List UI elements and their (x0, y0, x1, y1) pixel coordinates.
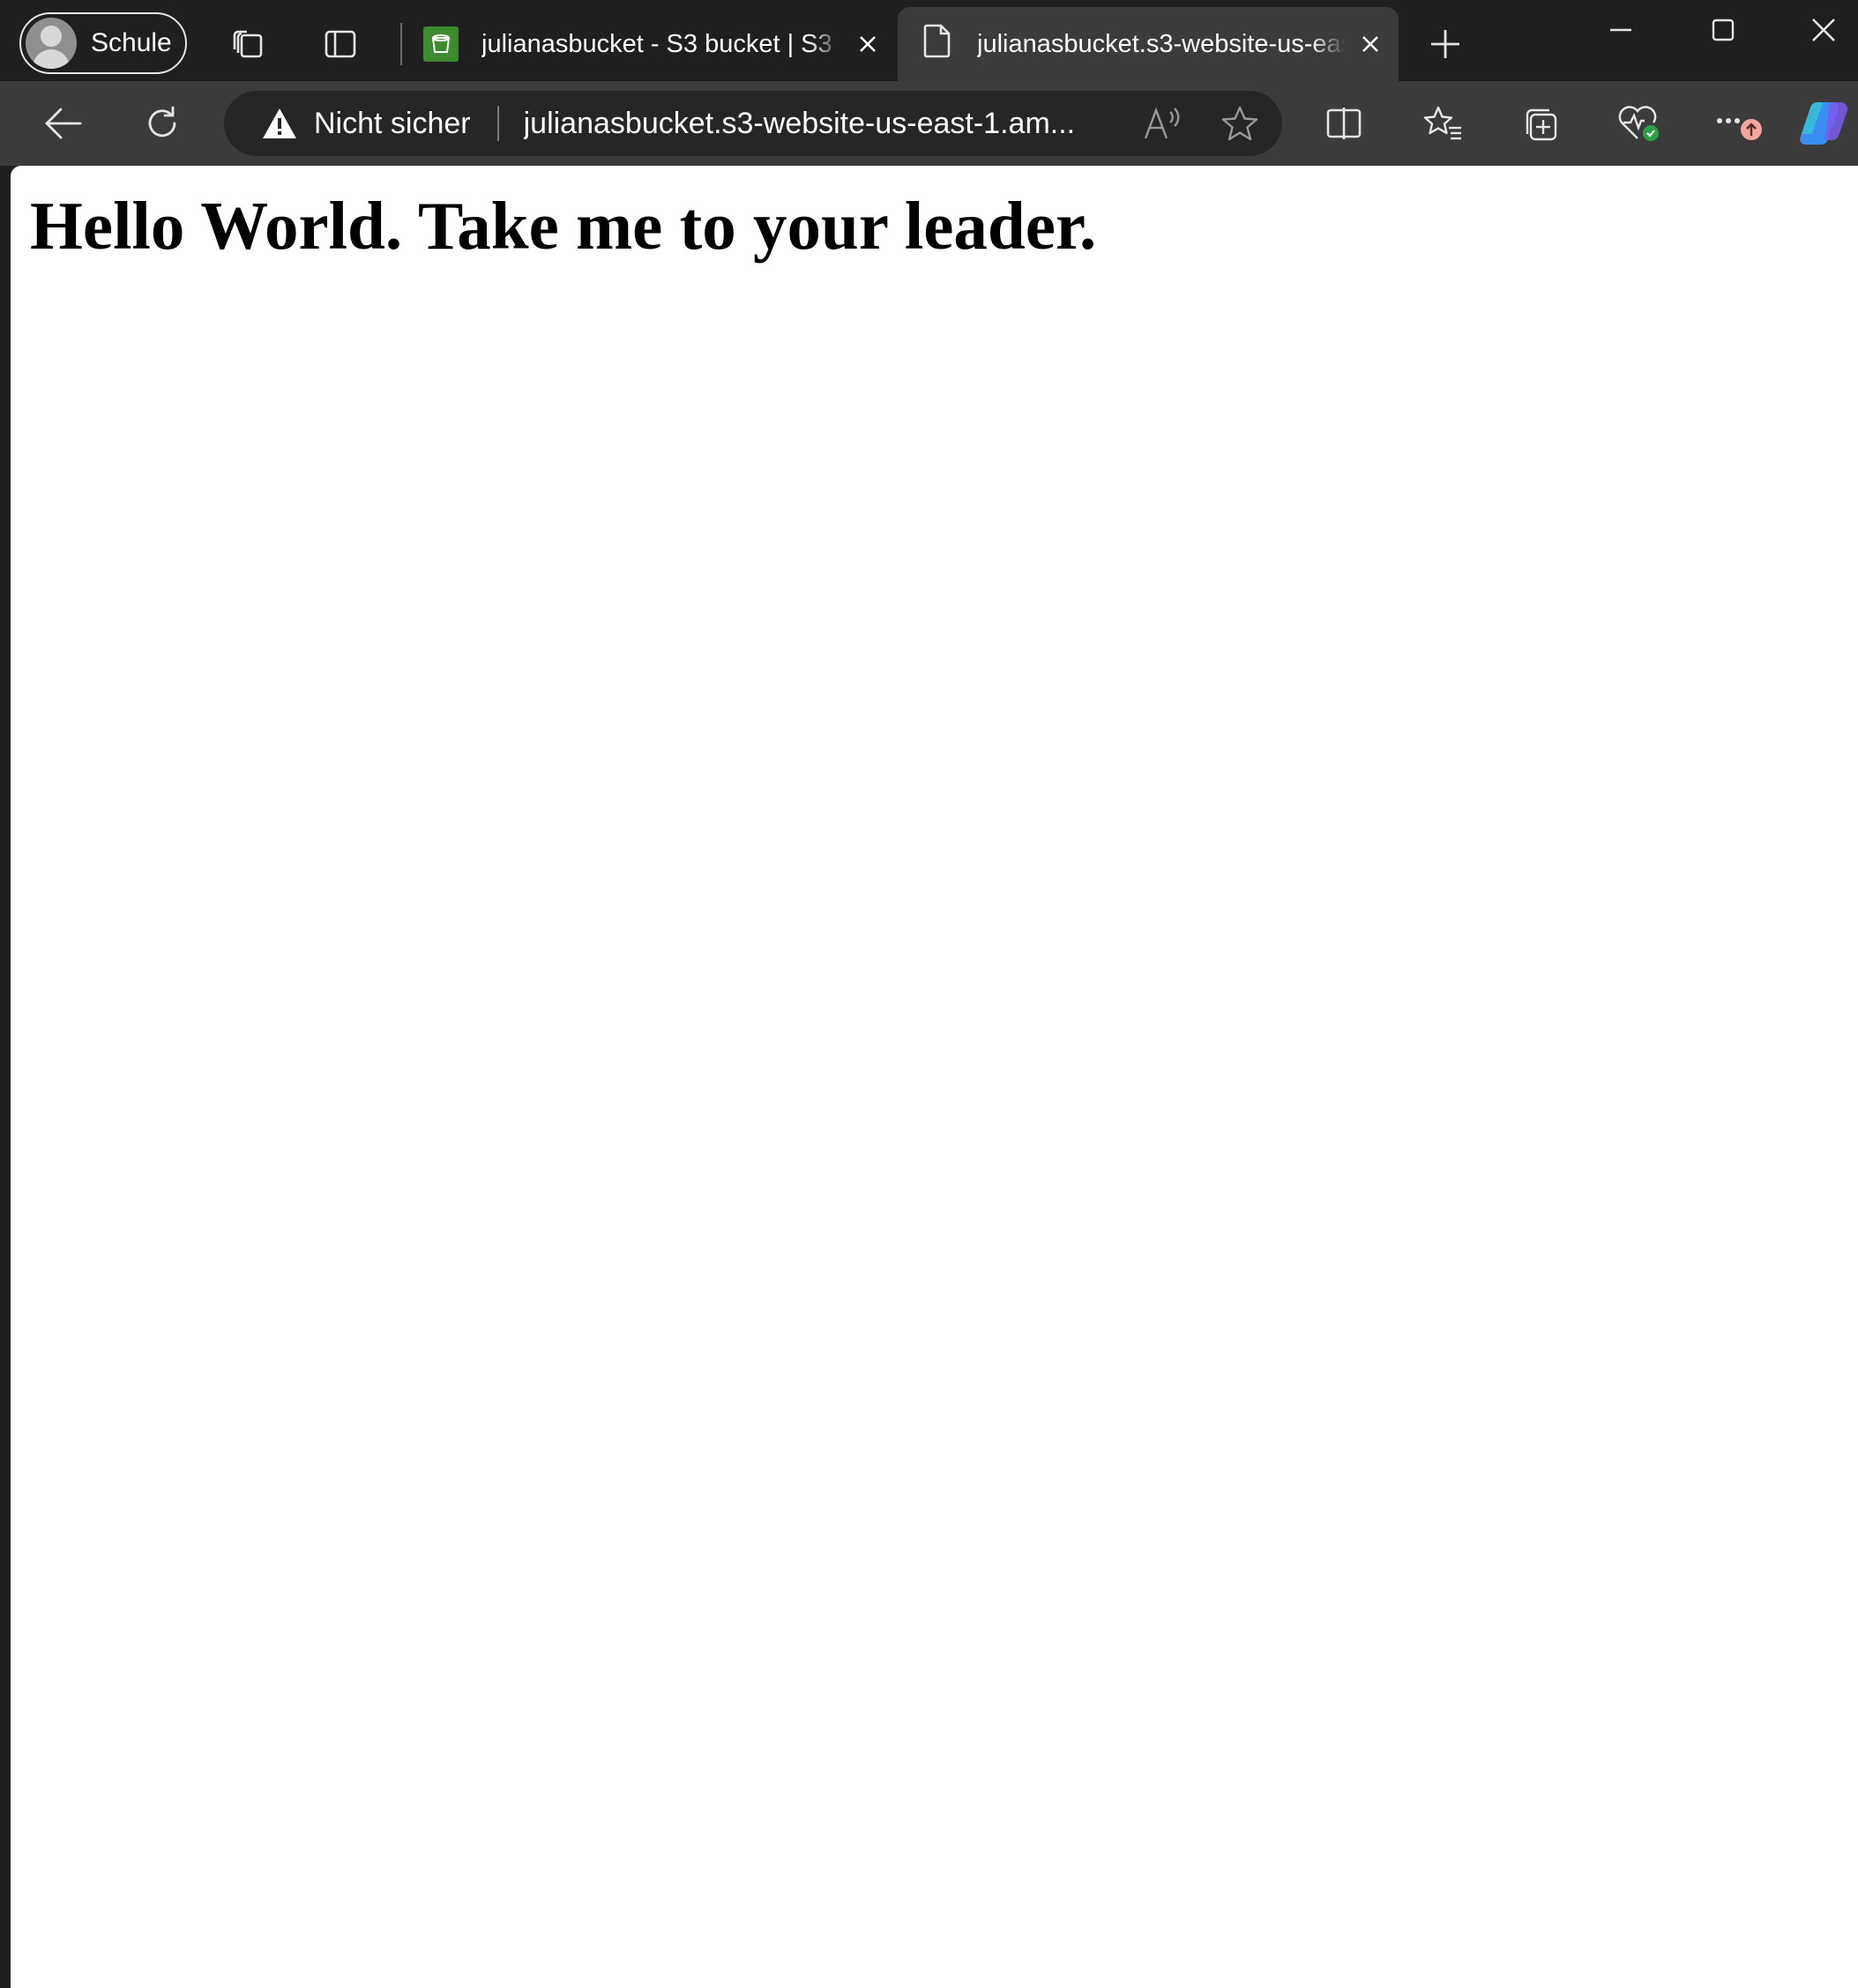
address-bar[interactable]: Nicht sicher julianasbucket.s3-website-u… (224, 91, 1282, 156)
read-aloud-icon[interactable] (1138, 101, 1187, 146)
new-tab-icon[interactable] (1421, 23, 1469, 65)
favorites-icon[interactable] (1418, 101, 1467, 146)
split-screen-icon[interactable] (1319, 101, 1369, 146)
browser-toolbar: Nicht sicher julianasbucket.s3-website-u… (0, 81, 1858, 166)
warning-icon[interactable] (261, 107, 298, 140)
s3-bucket-icon (423, 26, 459, 62)
tab-title: julianasbucket - S3 bucket | S3 (481, 29, 843, 59)
tab-title: julianasbucket.s3-website-us-east-1.amaz… (977, 29, 1346, 59)
url-text[interactable]: julianasbucket.s3-website-us-east-1.am..… (524, 107, 1138, 141)
back-arrow-icon[interactable] (39, 101, 88, 146)
avatar (26, 18, 77, 69)
refresh-icon[interactable] (138, 101, 187, 146)
maximize-icon[interactable] (1700, 7, 1746, 53)
tab-s3-console[interactable]: julianasbucket - S3 bucket | S3 (406, 7, 896, 81)
workspaces-icon[interactable] (222, 23, 272, 65)
security-label[interactable]: Nicht sicher (314, 107, 471, 141)
close-window-icon[interactable] (1801, 7, 1847, 53)
minimize-icon[interactable] (1598, 7, 1644, 53)
copilot-icon[interactable] (1797, 99, 1854, 148)
close-tab-icon[interactable] (850, 26, 885, 62)
page-heading: Hello World. Take me to your leader. (30, 188, 1097, 264)
close-tab-icon[interactable] (1353, 26, 1388, 62)
browser-essentials-icon[interactable] (1612, 101, 1665, 146)
tab-divider (400, 23, 402, 65)
more-menu-icon[interactable] (1711, 101, 1764, 146)
vertical-tabs-icon[interactable] (317, 23, 363, 65)
page-content: Hello World. Take me to your leader. (11, 166, 1858, 1988)
profile-label: Schule (91, 28, 172, 57)
tab-website[interactable]: julianasbucket.s3-website-us-east-1.amaz… (898, 7, 1399, 81)
title-bar: Schule julianasbucket - S3 bucket | S3 j… (0, 0, 1858, 81)
collections-icon[interactable] (1515, 101, 1564, 146)
favorite-star-icon[interactable] (1215, 101, 1265, 146)
document-icon (922, 23, 952, 65)
address-divider (496, 106, 499, 141)
profile-button[interactable]: Schule (19, 12, 187, 74)
